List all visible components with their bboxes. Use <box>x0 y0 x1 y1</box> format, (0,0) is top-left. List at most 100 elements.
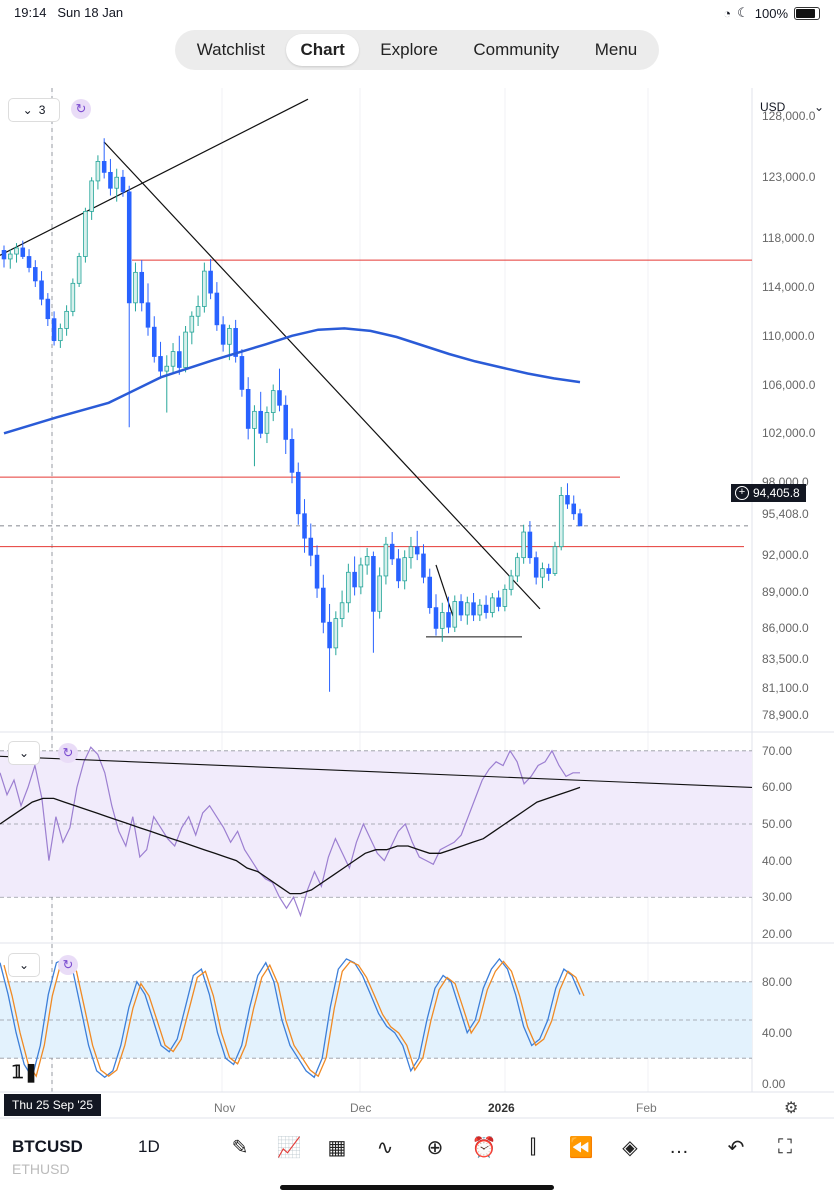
candles-icon[interactable]: ⫿ <box>519 1133 547 1161</box>
add-icon[interactable]: ⊕ <box>421 1133 449 1161</box>
candle-body <box>458 601 464 616</box>
candle-body <box>546 568 551 574</box>
candle-body <box>258 410 263 434</box>
candle-body <box>45 298 51 320</box>
rsi-pane-collapse-button[interactable]: ⌄ <box>8 741 40 765</box>
candle-body <box>421 553 426 578</box>
candle-body <box>295 471 301 515</box>
candle-body <box>189 315 195 333</box>
price-axis-label: 102,000.0 <box>762 426 816 441</box>
candle-body <box>477 604 483 616</box>
candle-body <box>151 326 157 357</box>
chevron-down-icon: ⌄ <box>18 958 30 972</box>
candle-body <box>95 160 101 182</box>
price-axis-label: 92,000.0 <box>762 548 809 563</box>
candle-body <box>321 587 326 623</box>
candle-body <box>120 176 126 193</box>
candle-body <box>308 537 314 556</box>
candle-body <box>20 247 26 257</box>
alarm-clock-icon[interactable]: ⏰ <box>470 1133 498 1161</box>
home-indicator <box>280 1185 554 1190</box>
candle-body <box>346 571 351 604</box>
candle-body <box>565 495 570 505</box>
candle-body <box>264 412 270 434</box>
symbol-button[interactable]: BTCUSD <box>12 1137 83 1157</box>
candle-body <box>427 576 433 609</box>
candle-body <box>83 210 88 257</box>
candle-body <box>101 160 107 173</box>
candle-body <box>377 575 382 612</box>
chevron-down-icon: ⌄ <box>22 103 33 117</box>
more-icon[interactable]: … <box>665 1133 693 1161</box>
current-price-value: 94,405.8 <box>753 486 800 500</box>
rsi-sync-icon[interactable]: ↻ <box>58 743 78 763</box>
sync-icon[interactable]: ↻ <box>71 99 91 119</box>
candle-body <box>364 556 370 566</box>
candle-body <box>283 404 289 440</box>
stoch-pane-collapse-button[interactable]: ⌄ <box>8 953 40 977</box>
candle-body <box>7 253 13 260</box>
fullscreen-icon[interactable]: ⛶ <box>771 1133 799 1161</box>
candle-body <box>302 513 307 539</box>
candle-body <box>490 597 495 613</box>
candle-body <box>533 557 539 578</box>
candle-body <box>496 597 501 607</box>
price-axis-label: 95,408.0 <box>762 506 809 521</box>
candle-body <box>114 176 119 189</box>
rsi-axis-label: 60.00 <box>762 780 793 795</box>
price-chart[interactable] <box>0 0 834 1199</box>
stoch-axis-label: 40.00 <box>762 1025 793 1040</box>
candle-body <box>51 318 57 342</box>
main-pane-collapse-button[interactable]: ⌄ 3 <box>8 98 60 122</box>
price-axis-label: 123,000.0 <box>762 170 816 185</box>
candle-body <box>239 356 245 390</box>
candle-body <box>552 546 558 574</box>
candle-body <box>314 554 320 589</box>
rsi-axis-label: 70.00 <box>762 743 793 758</box>
candle-body <box>402 557 407 582</box>
tradingview-logo-icon: 𝟙❚ <box>12 1062 39 1082</box>
chart-type-icon[interactable]: 📈 <box>275 1133 303 1161</box>
candle-body <box>220 324 226 345</box>
candle-body <box>58 328 63 342</box>
candle-body <box>527 531 533 559</box>
candle-body <box>327 621 332 649</box>
replay-icon[interactable]: ⏪ <box>567 1133 595 1161</box>
candle-body <box>89 180 94 212</box>
undo-icon[interactable]: ↶ <box>722 1133 750 1161</box>
rsi-axis-label: 40.00 <box>762 853 793 868</box>
candle-body <box>183 331 188 368</box>
candle-body <box>339 602 345 620</box>
candle-body <box>439 612 445 629</box>
candle-body <box>333 618 339 649</box>
candle-body <box>540 568 545 578</box>
candle-body <box>358 564 364 588</box>
candle-body <box>571 503 577 515</box>
layers-icon[interactable]: ◈ <box>616 1133 644 1161</box>
stoch-axis-label: 80.00 <box>762 974 793 989</box>
candle-body <box>126 191 132 304</box>
stoch-sync-icon[interactable]: ↻ <box>58 955 78 975</box>
candle-body <box>289 438 295 473</box>
drawing-tools-icon[interactable]: ✎ <box>226 1133 254 1161</box>
layout-grid-icon[interactable]: ▦ <box>323 1133 351 1161</box>
candle-body <box>252 410 257 429</box>
current-price-tag[interactable]: + 94,405.8 <box>731 484 806 502</box>
candle-body <box>452 601 458 628</box>
next-symbol-label: ETHUSD <box>12 1161 70 1177</box>
candle-body <box>64 310 69 329</box>
candle-body <box>145 302 151 328</box>
interval-count: 3 <box>38 103 46 117</box>
bottom-toolbar <box>0 1124 834 1174</box>
stoch-axis-label: 0.00 <box>762 1076 786 1091</box>
settings-icon[interactable]: ⚙ <box>784 1098 798 1118</box>
candle-body <box>108 171 113 189</box>
time-label-dec: Dec <box>350 1101 372 1115</box>
indicators-icon[interactable]: ∿ <box>371 1133 399 1161</box>
chevron-down-icon: ⌄ <box>18 746 30 760</box>
candle-body <box>558 495 564 548</box>
candle-body <box>446 612 451 628</box>
add-alert-icon[interactable]: + <box>735 486 749 500</box>
candle-body <box>245 388 251 429</box>
interval-button[interactable]: 1D <box>138 1137 160 1157</box>
